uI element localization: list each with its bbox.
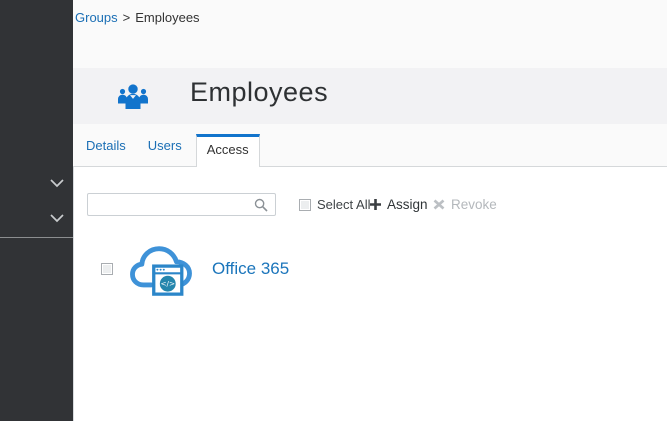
breadcrumb-current: Employees	[135, 10, 199, 25]
plus-icon	[370, 199, 381, 210]
search-input[interactable]	[88, 194, 256, 215]
chevron-down-icon	[49, 178, 65, 190]
assign-button[interactable]: Assign	[370, 193, 428, 216]
tab-strip: Details Users Access	[73, 124, 667, 167]
revoke-label: Revoke	[451, 197, 497, 212]
sidebar-collapse-button-1[interactable]	[49, 178, 65, 190]
cloud-app-icon: </>	[130, 240, 192, 298]
revoke-button[interactable]: Revoke	[433, 193, 497, 216]
search-icon[interactable]	[254, 198, 268, 212]
breadcrumb-link-groups[interactable]: Groups	[75, 10, 118, 25]
select-all-label: Select All	[317, 197, 370, 212]
page-title: Employees	[190, 77, 328, 108]
assign-label: Assign	[387, 197, 428, 212]
x-icon	[433, 199, 445, 210]
people-group-icon	[117, 82, 149, 110]
sidebar	[0, 0, 73, 421]
tab-users[interactable]: Users	[148, 138, 182, 153]
app-name-link[interactable]: Office 365	[212, 259, 289, 279]
access-tab-panel: Select All Assign Revoke	[73, 167, 667, 421]
chevron-down-icon	[49, 213, 65, 225]
tab-details[interactable]: Details	[86, 138, 126, 153]
main-area: Groups > Employees Employees Details Users…	[73, 0, 667, 421]
breadcrumb: Groups > Employees	[75, 10, 200, 25]
sidebar-collapse-button-2[interactable]	[49, 213, 65, 225]
select-all-checkbox[interactable]	[299, 199, 311, 211]
page-header: Employees	[73, 68, 667, 124]
app-checkbox[interactable]	[101, 263, 113, 275]
svg-text:</>: </>	[160, 279, 175, 288]
access-list-item: </> Office 365	[101, 239, 289, 299]
sidebar-divider	[0, 237, 73, 238]
breadcrumb-separator: >	[123, 10, 131, 25]
select-all-control[interactable]: Select All	[299, 193, 370, 216]
tab-access[interactable]: Access	[196, 134, 260, 167]
search-box	[87, 193, 276, 216]
